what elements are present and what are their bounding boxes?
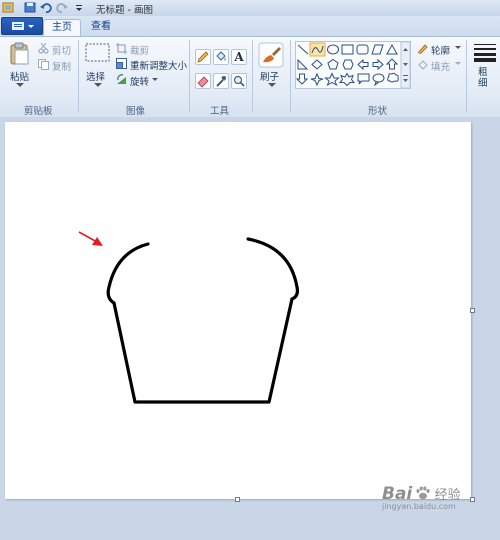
brushes-dropdown-icon[interactable] (268, 83, 276, 88)
image-group-label: 图像 (126, 106, 146, 117)
brush-icon[interactable] (258, 42, 284, 68)
baidu-paw-icon (416, 486, 431, 500)
outline-icon (417, 44, 428, 54)
text-tool-icon: A (234, 50, 244, 64)
divider (252, 40, 253, 112)
pencil-icon (197, 51, 209, 63)
resize-button[interactable]: 重新调整大小 (130, 58, 187, 72)
outline-dropdown-icon[interactable] (455, 46, 461, 50)
copy-button[interactable]: 复制 (52, 59, 71, 73)
watermark-sub: 经验 (434, 488, 461, 503)
rotate-icon (117, 74, 126, 84)
paint-menu-button[interactable] (1, 17, 43, 35)
watermark-url: jingyan.baidu.com (382, 502, 456, 511)
clipboard-group-label: 剪贴板 (24, 106, 53, 117)
select-button[interactable]: 选择 (86, 69, 105, 83)
size-button[interactable]: 粗细 (478, 67, 490, 89)
watermark-main: Bai (382, 484, 413, 504)
select-dropdown-icon[interactable] (94, 83, 102, 88)
text-tool[interactable]: A (231, 49, 247, 65)
eraser-tool[interactable] (195, 73, 211, 89)
magnifier-tool[interactable] (231, 73, 247, 89)
select-icon[interactable] (85, 43, 111, 63)
divider (189, 40, 190, 112)
shapes-group-label: 形状 (368, 106, 388, 117)
paste-icon[interactable] (9, 42, 31, 66)
size-icon[interactable] (473, 43, 497, 63)
fill-tool[interactable] (213, 49, 229, 65)
tools-group-label: 工具 (210, 106, 230, 117)
fill-bucket-icon (216, 51, 226, 61)
tab-home[interactable]: 主页 (43, 19, 81, 37)
rotate-dropdown-icon[interactable] (152, 78, 158, 82)
fill-icon (418, 60, 428, 70)
paint-menu-icon (12, 22, 34, 30)
paste-button[interactable]: 粘贴 (10, 69, 29, 83)
title-bar: 无标题 - 画图 (0, 0, 500, 17)
redo-icon[interactable] (56, 2, 68, 13)
divider (290, 40, 291, 112)
divider (78, 40, 79, 112)
paint-app-icon (2, 2, 14, 13)
canvas-resize-handle-right[interactable] (470, 308, 475, 313)
canvas-resize-handle-bottom[interactable] (235, 497, 240, 502)
fill-dropdown-icon[interactable] (455, 62, 461, 66)
eraser-icon (197, 76, 209, 88)
save-icon[interactable] (24, 2, 36, 13)
rotate-button[interactable]: 旋转 (130, 74, 149, 88)
crop-button[interactable]: 裁剪 (130, 43, 149, 57)
resize-icon (116, 58, 127, 69)
annotation-arrow (78, 231, 103, 246)
cut-icon (38, 43, 49, 54)
magnifier-icon (233, 75, 245, 87)
pencil-tool[interactable] (195, 49, 211, 65)
customize-qat-dropdown-icon[interactable] (73, 2, 85, 13)
outline-button[interactable]: 轮廓 (431, 43, 450, 57)
drawing (78, 231, 300, 404)
fill-button[interactable]: 填充 (431, 59, 450, 73)
crop-icon (116, 43, 127, 54)
shapes-gallery[interactable] (295, 41, 411, 89)
baidu-watermark: Bai 经验 jingyan.baidu.com (382, 484, 461, 511)
paste-dropdown-icon[interactable] (16, 83, 24, 88)
divider (466, 40, 467, 112)
undo-icon[interactable] (40, 2, 52, 13)
brushes-button[interactable]: 刷子 (260, 69, 279, 83)
tab-view[interactable]: 查看 (86, 19, 116, 36)
eyedropper-icon (216, 76, 226, 87)
canvas-resize-handle-corner[interactable] (470, 497, 475, 502)
cut-button[interactable]: 剪切 (52, 43, 71, 57)
window-title: 无标题 - 画图 (96, 5, 153, 16)
copy-icon (38, 59, 49, 70)
drawing-canvas[interactable] (5, 122, 471, 499)
color-picker-tool[interactable] (213, 73, 229, 89)
